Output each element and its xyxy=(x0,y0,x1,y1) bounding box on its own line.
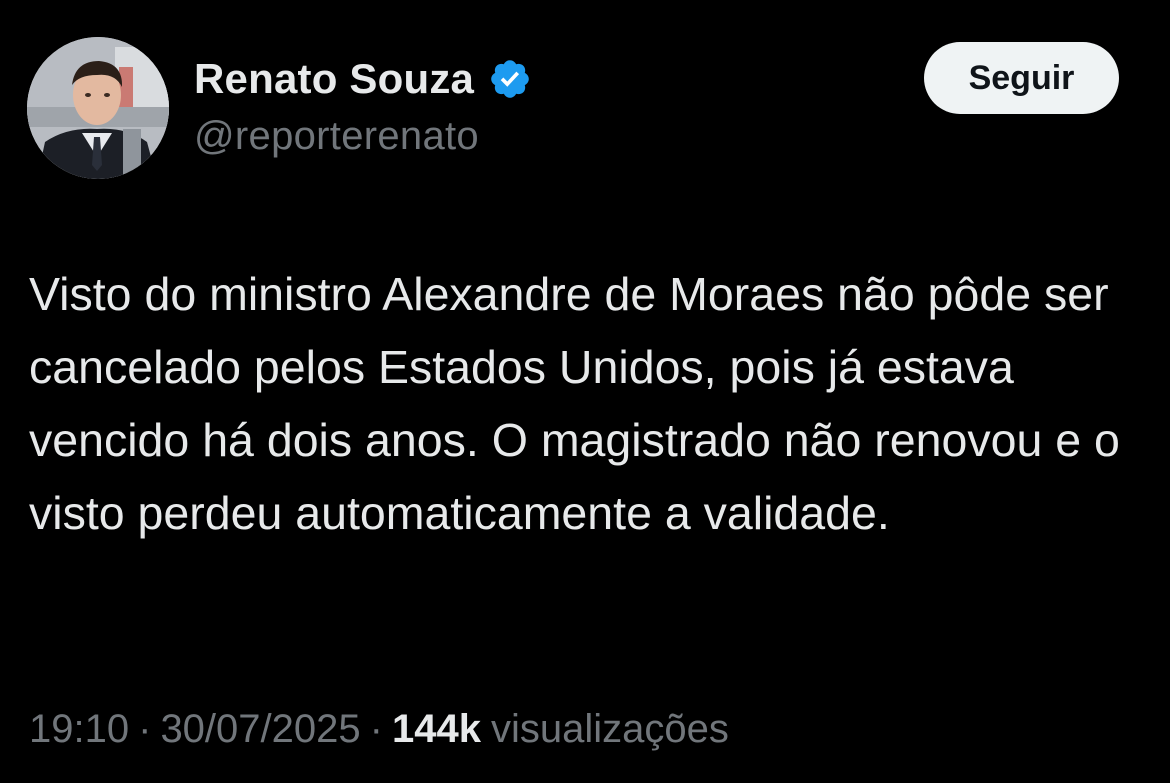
name-row: Renato Souza xyxy=(194,50,532,108)
meta-separator: · xyxy=(138,706,152,751)
follow-button[interactable]: Seguir xyxy=(924,42,1119,114)
user-info: Renato Souza @reporterenato xyxy=(194,50,532,159)
tweet-meta: 19:10 · 30/07/2025 · 144k visualizações xyxy=(29,703,729,755)
verified-badge-icon[interactable] xyxy=(488,57,532,101)
tweet-time[interactable]: 19:10 xyxy=(29,707,129,752)
tweet-date[interactable]: 30/07/2025 xyxy=(160,707,360,752)
views-label: visualizações xyxy=(490,706,729,751)
author-handle[interactable]: @reporterenato xyxy=(194,114,532,159)
views-count[interactable]: 144k xyxy=(392,707,481,752)
author-display-name[interactable]: Renato Souza xyxy=(194,55,474,103)
tweet-text: Visto do ministro Alexandre de Moraes nã… xyxy=(29,268,1120,539)
avatar[interactable] xyxy=(27,37,169,179)
meta-separator: · xyxy=(369,706,383,751)
tweet-card: Renato Souza @reporterenato Seguir Visto… xyxy=(0,0,1170,783)
